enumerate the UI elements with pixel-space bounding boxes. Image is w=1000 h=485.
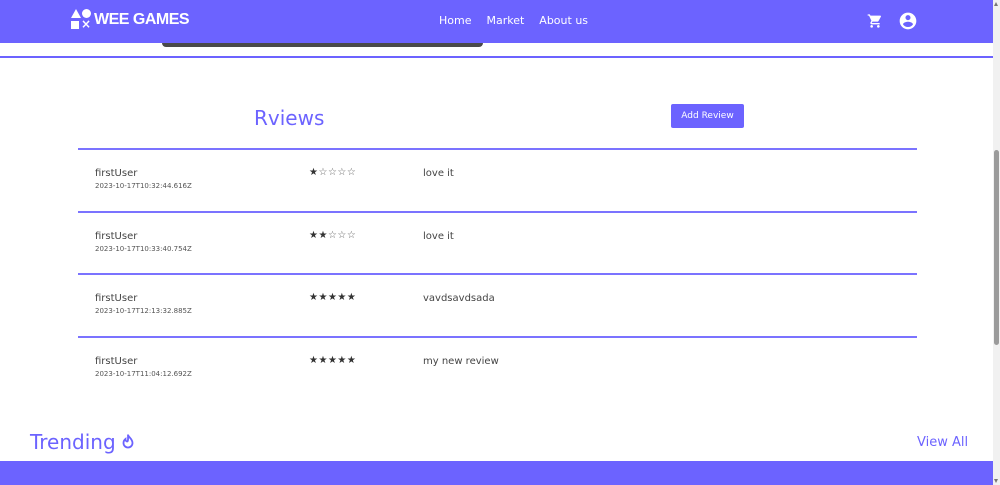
review-rating: ★☆☆☆☆: [309, 167, 356, 178]
reviews-list: firstUser 2023-10-17T10:32:44.616Z ★☆☆☆☆…: [78, 148, 917, 398]
review-item: firstUser 2023-10-17T10:33:40.754Z ★★☆☆☆…: [78, 210, 917, 274]
star-empty-icon: ☆: [327, 167, 338, 178]
brand-name: WEE GAMES: [94, 11, 190, 28]
star-empty-icon: ☆: [318, 167, 328, 178]
scroll-thumb[interactable]: [994, 150, 999, 345]
review-rating: ★★☆☆☆: [309, 230, 356, 241]
cart-icon[interactable]: [867, 13, 883, 33]
review-date: 2023-10-17T12:13:32.885Z: [95, 307, 192, 315]
star-filled-icon: ★: [327, 354, 338, 366]
star-filled-icon: ★: [337, 354, 347, 366]
nav-links: Home Market About us: [439, 14, 588, 27]
review-rating: ★★★★★: [309, 292, 356, 303]
nav-link-about[interactable]: About us: [539, 14, 588, 27]
nav-link-market[interactable]: Market: [486, 14, 524, 27]
review-user: firstUser: [95, 230, 138, 242]
review-user: firstUser: [95, 293, 138, 304]
scrollbar[interactable]: [993, 0, 1000, 485]
review-date: 2023-10-17T11:04:12.692Z: [95, 369, 192, 378]
star-filled-icon: ★: [327, 292, 338, 303]
view-all-link[interactable]: View All: [917, 435, 968, 450]
star-filled-icon: ★: [346, 292, 357, 303]
star-empty-icon: ☆: [346, 229, 357, 241]
review-user: firstUser: [95, 168, 138, 179]
review-item: firstUser 2023-10-17T12:13:32.885Z ★★★★★…: [78, 273, 917, 336]
trending-title: Trending: [30, 430, 116, 454]
star-filled-icon: ★: [337, 292, 347, 303]
star-empty-icon: ☆: [337, 167, 347, 178]
navbar: × WEE GAMES Home Market About us: [0, 0, 993, 43]
star-empty-icon: ☆: [327, 229, 338, 241]
review-text: love it: [423, 230, 454, 242]
review-item: firstUser 2023-10-17T11:04:12.692Z ★★★★★…: [78, 335, 917, 399]
star-filled-icon: ★: [346, 354, 357, 366]
review-text: my new review: [423, 355, 499, 367]
review-rating: ★★★★★: [309, 355, 356, 366]
review-date: 2023-10-17T10:33:40.754Z: [95, 244, 192, 253]
review-text: love it: [423, 168, 454, 179]
scroll-down-arrow-icon[interactable]: [994, 479, 998, 483]
star-filled-icon: ★: [318, 292, 328, 303]
scroll-up-arrow-icon[interactable]: [994, 2, 998, 6]
trending-heading: Trending: [30, 430, 134, 454]
star-filled-icon: ★: [318, 354, 328, 366]
trending-banner: [0, 461, 993, 485]
add-review-button[interactable]: Add Review: [671, 104, 744, 128]
logo-shapes-icon: ×: [70, 9, 92, 31]
hero-image-edge: [162, 43, 483, 47]
section-divider: [0, 56, 993, 58]
review-item: firstUser 2023-10-17T10:32:44.616Z ★☆☆☆☆…: [78, 148, 917, 211]
star-filled-icon: ★: [318, 229, 328, 241]
review-date: 2023-10-17T10:32:44.616Z: [95, 182, 192, 190]
fire-icon: [122, 430, 134, 454]
brand-logo[interactable]: × WEE GAMES: [70, 9, 190, 31]
star-empty-icon: ☆: [346, 167, 357, 178]
reviews-title: Rviews: [254, 106, 325, 130]
star-empty-icon: ☆: [337, 229, 347, 241]
review-text: vavdsavdsada: [423, 293, 495, 304]
account-circle-icon[interactable]: [898, 11, 918, 35]
review-user: firstUser: [95, 355, 138, 367]
nav-link-home[interactable]: Home: [439, 14, 471, 27]
